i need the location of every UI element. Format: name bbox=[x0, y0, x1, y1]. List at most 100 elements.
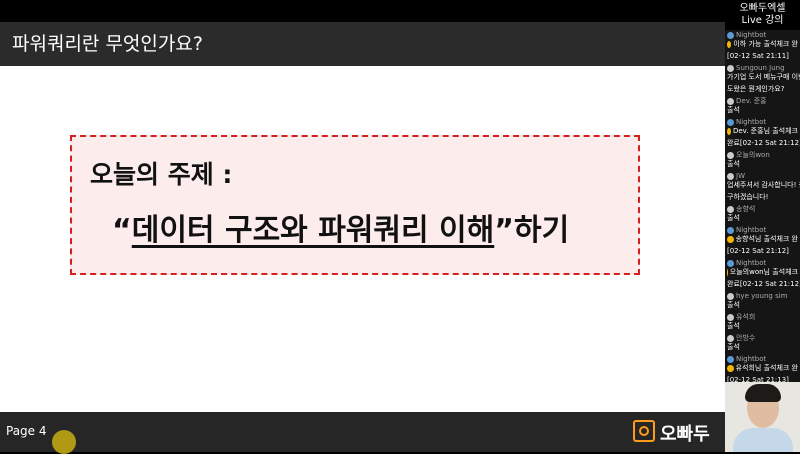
chat-author: 오늘의won bbox=[727, 151, 798, 160]
user-avatar-icon bbox=[727, 173, 734, 180]
page-number: Page 4 bbox=[6, 424, 47, 438]
chat-text-line: 출석 bbox=[727, 301, 798, 310]
chat-text: 이하 가능 출석체크 완 bbox=[733, 40, 798, 48]
chat-text: 출석 bbox=[727, 106, 740, 114]
chat-author-name: 송향석 bbox=[736, 205, 756, 213]
chat-message: 안방수 출석 bbox=[725, 333, 800, 354]
chat-message: Sungoun Jung 가기업 도서 메뉴구매 이번 bbox=[725, 63, 800, 84]
bot-avatar-icon bbox=[727, 119, 734, 126]
chat-message: hye young sim 출석 bbox=[725, 291, 800, 312]
chat-author: Nightbot bbox=[727, 118, 798, 127]
user-avatar-icon bbox=[727, 65, 734, 72]
chat-text-line: 출석 bbox=[727, 106, 798, 115]
chat-message: 완료[02-12 Sat 21:12] bbox=[725, 279, 800, 291]
bot-avatar-icon bbox=[727, 32, 734, 39]
chat-text: 출석 bbox=[727, 214, 740, 222]
topic-open-quote: “ bbox=[112, 213, 132, 248]
presentation-slide: 파워쿼리란 무엇인가요? 오늘의 주제 : “데이터 구조와 파워쿼리 이해”하… bbox=[0, 22, 725, 412]
topic-close-quote: ”하기 bbox=[494, 213, 570, 248]
user-avatar-icon bbox=[727, 206, 734, 213]
presenter-body bbox=[733, 428, 793, 452]
chat-text-line: 송향석님 출석체크 완 bbox=[727, 235, 798, 244]
chat-text-line: 도왔은 뭔게인가요? bbox=[727, 85, 798, 94]
emoji-icon bbox=[727, 41, 732, 48]
chat-text-line: 업세주셔서 감사합니다! 참 bbox=[727, 181, 800, 190]
channel-subtitle: Live 강의 bbox=[741, 15, 784, 26]
emoji-icon bbox=[727, 128, 731, 135]
chat-text: 출석 bbox=[727, 322, 740, 330]
topic-label: 오늘의 주제 : bbox=[90, 160, 233, 189]
chat-text: 완료[02-12 Sat 21:12] bbox=[727, 139, 800, 147]
chat-author-name: Nightbot bbox=[736, 226, 767, 234]
chat-author-name: Dev. 준홍 bbox=[736, 97, 767, 105]
chat-message: Nightbot 오늘의won님 출석체크 bbox=[725, 258, 800, 279]
chat-message: 구하겠습니다! bbox=[725, 192, 800, 204]
chat-text-line: 출석 bbox=[727, 343, 798, 352]
chat-message: Dev. 준홍 출석 bbox=[725, 96, 800, 117]
chat-author: hye young sim bbox=[727, 292, 798, 301]
chat-author: Sungoun Jung bbox=[727, 64, 798, 73]
chat-text-line: 출석 bbox=[727, 214, 798, 223]
top-bar bbox=[0, 0, 725, 22]
chat-author: Nightbot bbox=[727, 259, 798, 268]
chat-author-name: Sungoun Jung bbox=[736, 64, 785, 72]
chat-text: 오늘의won님 출석체크 bbox=[729, 268, 798, 276]
mouse-cursor-highlight bbox=[52, 430, 76, 454]
topic-box: 오늘의 주제 : “데이터 구조와 파워쿼리 이해”하기 bbox=[70, 135, 640, 275]
bot-avatar-icon bbox=[727, 356, 734, 363]
chat-text: 도왔은 뭔게인가요? bbox=[727, 85, 785, 93]
chat-text-line: 출석 bbox=[727, 322, 798, 331]
chat-text: Dev. 준홍님 출석체크 bbox=[732, 127, 798, 135]
chat-message: Nightbot 유석희님 출석체크 완 bbox=[725, 354, 800, 375]
chat-message: Nightbot 이하 가능 출석체크 완 bbox=[725, 30, 800, 51]
chat-author-name: Nightbot bbox=[736, 259, 767, 267]
chat-text: 출석 bbox=[727, 160, 740, 168]
chat-text-line: [02-12 Sat 21:12] bbox=[727, 247, 798, 256]
user-avatar-icon bbox=[727, 152, 734, 159]
chat-author: Nightbot bbox=[727, 31, 798, 40]
chat-text: 가기업 도서 메뉴구매 이번 bbox=[727, 73, 800, 81]
slide-footer: Page 4 오빠두 bbox=[0, 412, 725, 454]
chat-text: 유석희님 출석체크 완 bbox=[735, 364, 798, 372]
chat-text: 완료[02-12 Sat 21:12] bbox=[727, 280, 800, 288]
chat-text-line: 오늘의won님 출석체크 bbox=[727, 268, 798, 277]
chat-author-name: hye young sim bbox=[736, 292, 788, 300]
chat-author: 유석희 bbox=[727, 313, 798, 322]
chat-text-line: 가기업 도서 메뉴구매 이번 bbox=[727, 73, 800, 82]
chat-text: 출석 bbox=[727, 343, 740, 351]
chat-message: [02-12 Sat 21:13] bbox=[725, 375, 800, 382]
chat-text: [02-12 Sat 21:12] bbox=[727, 247, 789, 255]
emoji-icon bbox=[727, 236, 734, 243]
chat-text-line: 완료[02-12 Sat 21:12] bbox=[727, 139, 800, 148]
emoji-icon bbox=[727, 269, 728, 276]
chat-message: 완료[02-12 Sat 21:12] bbox=[725, 138, 800, 150]
chat-text: 업세주셔서 감사합니다! 참 bbox=[727, 181, 800, 189]
chat-text-line: [02-12 Sat 21:11] bbox=[727, 52, 798, 61]
chat-text-line: 구하겠습니다! bbox=[727, 193, 798, 202]
channel-title: 오빠두엑셀 Live 강의 bbox=[725, 0, 800, 30]
slide-title: 파워쿼리란 무엇인가요? bbox=[0, 22, 725, 66]
chat-author: Nightbot bbox=[727, 355, 798, 364]
bot-avatar-icon bbox=[727, 227, 734, 234]
user-avatar-icon bbox=[727, 335, 734, 342]
topic-main-text: 데이터 구조와 파워쿼리 이해 bbox=[131, 213, 495, 248]
live-chat-panel[interactable]: Nightbot 이하 가능 출석체크 완 [02-12 Sat 21:11] Sun… bbox=[725, 30, 800, 382]
chat-author: 안방수 bbox=[727, 334, 798, 343]
webcam-video bbox=[725, 382, 800, 452]
channel-name: 오빠두엑셀 bbox=[739, 3, 786, 14]
chat-text-line: 이하 가능 출석체크 완 bbox=[727, 40, 798, 49]
chat-author-name: 오늘의won bbox=[736, 151, 770, 159]
chat-message: [02-12 Sat 21:12] bbox=[725, 246, 800, 258]
chat-message: JW 업세주셔서 감사합니다! 참 bbox=[725, 171, 800, 192]
chat-text-line: 출석 bbox=[727, 160, 798, 169]
chat-author-name: 유석희 bbox=[736, 313, 756, 321]
topic-heading: “데이터 구조와 파워쿼리 이해”하기 bbox=[112, 205, 569, 249]
chat-author: 송향석 bbox=[727, 205, 798, 214]
chat-text-line: Dev. 준홍님 출석체크 bbox=[727, 127, 798, 136]
chat-author-name: Nightbot bbox=[736, 118, 767, 126]
chat-text: 송향석님 출석체크 완 bbox=[735, 235, 798, 243]
chat-author-name: Nightbot bbox=[736, 31, 767, 39]
chat-author-name: Nightbot bbox=[736, 355, 767, 363]
chat-message: 송향석 출석 bbox=[725, 204, 800, 225]
chat-message: Nightbot Dev. 준홍님 출석체크 bbox=[725, 117, 800, 138]
